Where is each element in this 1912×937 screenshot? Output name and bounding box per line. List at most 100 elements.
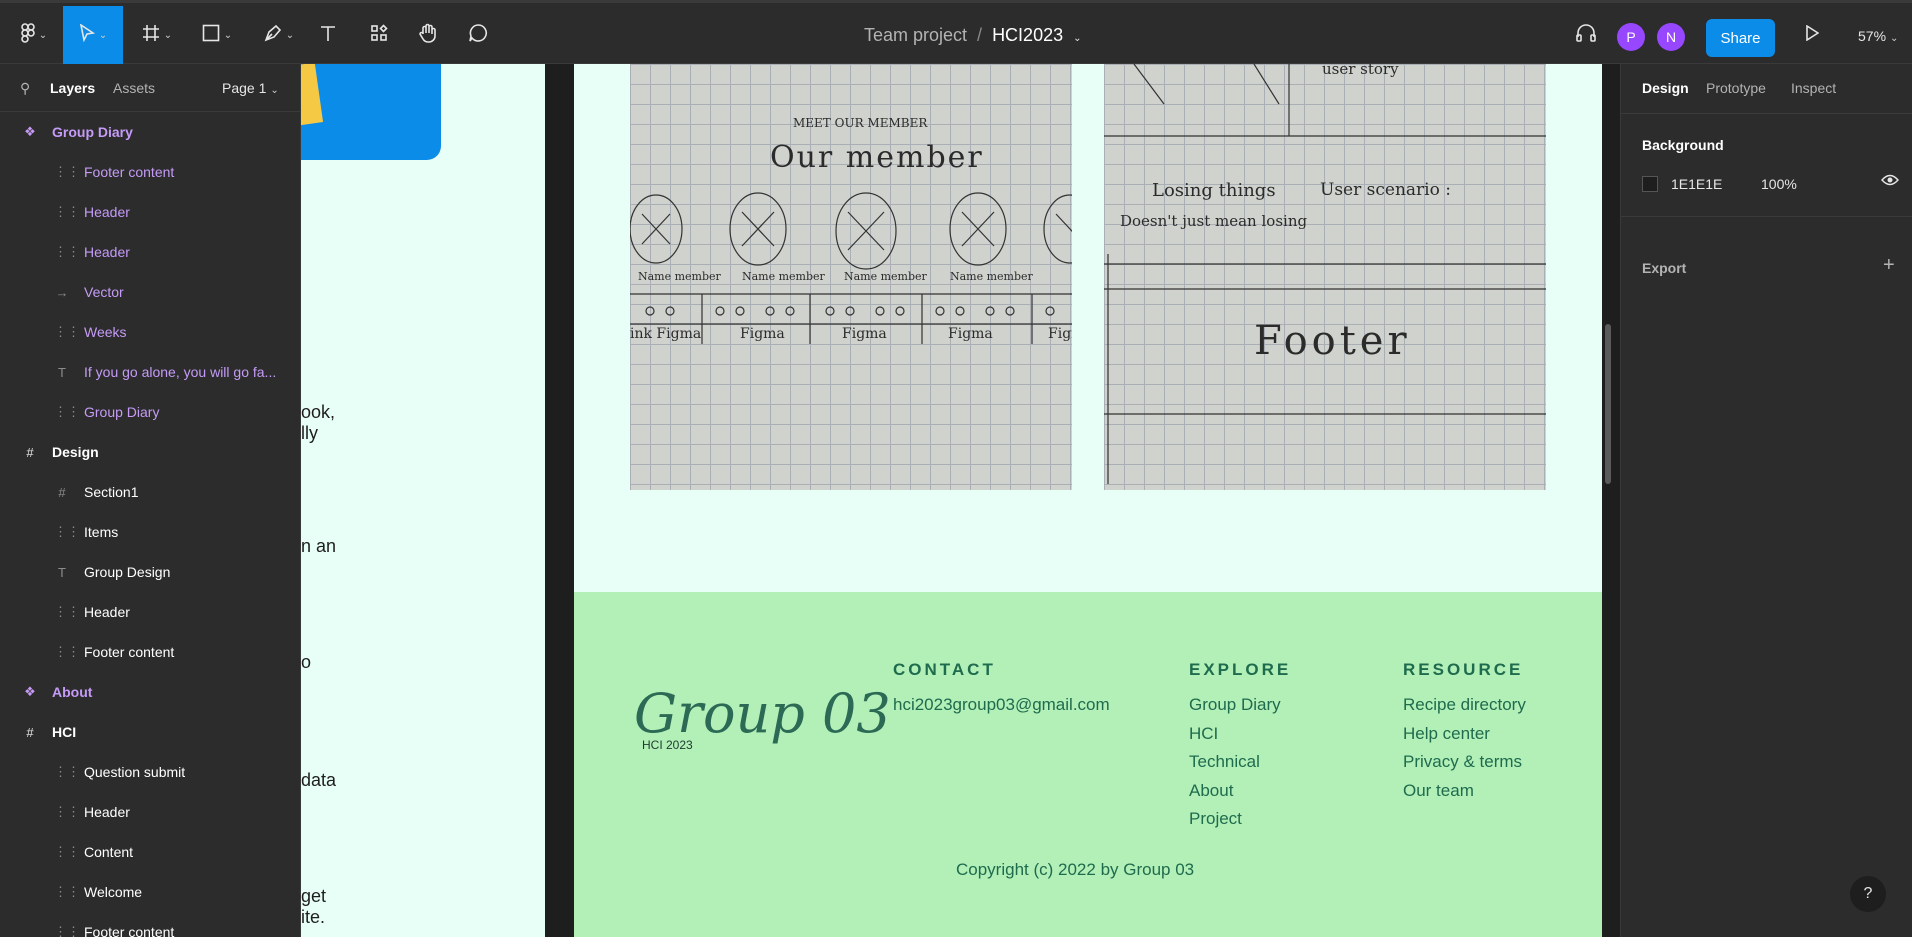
frame-group-diary[interactable]: MEET OUR MEMBER Our member Name member N… [574,64,1602,937]
footer-logo[interactable]: Group 03 [634,682,891,745]
layer-row[interactable]: ⋮⋮ Header [0,232,300,272]
frame-icon: ⋮⋮ [54,844,80,859]
text-icon: T [58,364,66,380]
background-section-title: Background [1642,137,1724,153]
layer-row[interactable]: ⋮⋮ Items [0,512,300,552]
shape-tool-button[interactable]: ⌄ [195,6,239,64]
eye-icon[interactable] [1881,173,1899,192]
help-button[interactable]: ? [1850,876,1886,912]
chevron-down-icon[interactable]: ⌄ [1073,33,1081,44]
resource-link[interactable]: Privacy & terms [1403,752,1522,772]
title-separator: / [977,25,983,45]
layer-row[interactable]: → Vector [0,272,300,312]
layer-row[interactable]: # Design [0,432,300,472]
avatar[interactable]: P [1617,23,1645,51]
frame-left-partial[interactable]: ook, lly n an o data get ite. [301,64,545,937]
zoom-level: 57% [1858,28,1887,44]
move-tool-button[interactable]: ⌄ [63,6,123,64]
zoom-menu[interactable]: 57% ⌄ [1858,28,1898,44]
frame-icon: ⋮⋮ [54,924,80,937]
layer-row[interactable]: ⋮⋮ Header [0,792,300,832]
frame-tool-button[interactable]: ⌄ [135,6,179,64]
file-title[interactable]: Team project / HCI2023 ⌄ [864,25,1082,46]
tab-design[interactable]: Design [1642,80,1689,96]
file-name[interactable]: HCI2023 [992,25,1063,45]
background-hex-input[interactable]: 1E1E1E [1671,176,1722,192]
sketch-text: Our member [770,140,984,175]
chevron-down-icon: ⌄ [98,29,108,41]
resource-link[interactable]: Help center [1403,724,1490,744]
layer-row[interactable]: ❖ Group Diary [0,112,300,152]
page-selector[interactable]: Page 1 ⌄ [222,80,279,96]
explore-link[interactable]: Technical [1189,752,1260,772]
project-name[interactable]: Team project [864,25,967,45]
explore-link[interactable]: HCI [1189,724,1218,744]
sketch-text: Doesn't just mean losing [1120,212,1308,230]
layer-row[interactable]: ⋮⋮ Question submit [0,752,300,792]
rectangle-icon [202,24,220,47]
sketch-text: Name member [950,270,1033,283]
layer-row[interactable]: ⋮⋮ Header [0,192,300,232]
explore-link[interactable]: Group Diary [1189,695,1281,715]
layer-row[interactable]: T If you go alone, you will go fa... [0,352,300,392]
tab-prototype[interactable]: Prototype [1706,80,1766,96]
tab-assets[interactable]: Assets [113,80,155,96]
color-swatch[interactable] [1642,176,1658,192]
layer-row[interactable]: ⋮⋮ Welcome [0,872,300,912]
sketch-text: Footer [1254,318,1411,364]
layer-label: Header [84,244,130,260]
resource-link[interactable]: Our team [1403,781,1474,801]
layer-row[interactable]: ⋮⋮ Footer content [0,912,300,937]
sketch-text: Name member [844,270,927,283]
divider [1621,216,1912,217]
tab-layers[interactable]: Layers [50,80,95,96]
add-export-plus-icon[interactable]: + [1883,254,1895,277]
contact-email-link[interactable]: hci2023group03@gmail.com [893,695,1110,715]
explore-link[interactable]: About [1189,781,1233,801]
footer-logo-subtitle: HCI 2023 [642,738,693,752]
canvas[interactable]: ook, lly n an o data get ite. MEET OUR M… [301,64,1620,937]
share-button[interactable]: Share [1706,19,1775,57]
sketch-image-members[interactable]: MEET OUR MEMBER Our member Name member N… [630,64,1072,490]
layer-row[interactable]: ❖ About [0,672,300,712]
sketch-image-footer[interactable]: user story Losing things User scenario :… [1104,64,1546,490]
tab-inspect[interactable]: Inspect [1791,80,1836,96]
chevron-down-icon: ⌄ [38,29,48,41]
frame-icon: ⋮⋮ [54,604,80,619]
sketch-text: MEET OUR MEMBER [793,116,928,130]
explore-link[interactable]: Project [1189,809,1242,829]
main-menu-button[interactable]: ⌄ [14,6,54,64]
text-fragment: data [301,770,337,790]
layer-row[interactable]: ⋮⋮ Content [0,832,300,872]
comment-tool-button[interactable] [464,6,492,64]
avatar[interactable]: N [1657,23,1685,51]
footer[interactable]: Group 03 HCI 2023 CONTACT hci2023group03… [574,592,1602,937]
resource-link[interactable]: Recipe directory [1403,695,1526,715]
sketch-text: Figma [1048,326,1072,342]
pen-tool-button[interactable]: ⌄ [257,6,301,64]
audio-button[interactable] [1570,6,1602,64]
layer-label: If you go alone, you will go fa... [84,364,277,380]
hand-tool-button[interactable] [414,6,442,64]
search-icon[interactable]: ⚲ [20,80,30,97]
layer-label: Welcome [84,884,143,900]
layer-row[interactable]: ⋮⋮ Weeks [0,312,300,352]
layer-row[interactable]: # Section1 [0,472,300,512]
sketch-text: Name member [742,270,825,283]
layer-row[interactable]: ⋮⋮ Group Diary [0,392,300,432]
layer-label: Footer content [84,644,175,660]
layer-row[interactable]: ⋮⋮ Header [0,592,300,632]
layer-row[interactable]: # HCI [0,712,300,752]
hash-icon: # [58,484,66,500]
present-button[interactable] [1800,6,1824,64]
resources-button[interactable] [365,6,393,64]
text-tool-button[interactable] [314,6,342,64]
layer-row[interactable]: ⋮⋮ Footer content [0,152,300,192]
hash-icon: # [26,724,34,740]
copyright-text: Copyright (c) 2022 by Group 03 [956,860,1195,879]
layer-row[interactable]: T Group Design [0,552,300,592]
background-opacity-input[interactable]: 100% [1761,176,1797,192]
layer-label: Group Diary [84,404,160,420]
canvas-scrollbar[interactable] [1605,324,1611,484]
layer-row[interactable]: ⋮⋮ Footer content [0,632,300,672]
